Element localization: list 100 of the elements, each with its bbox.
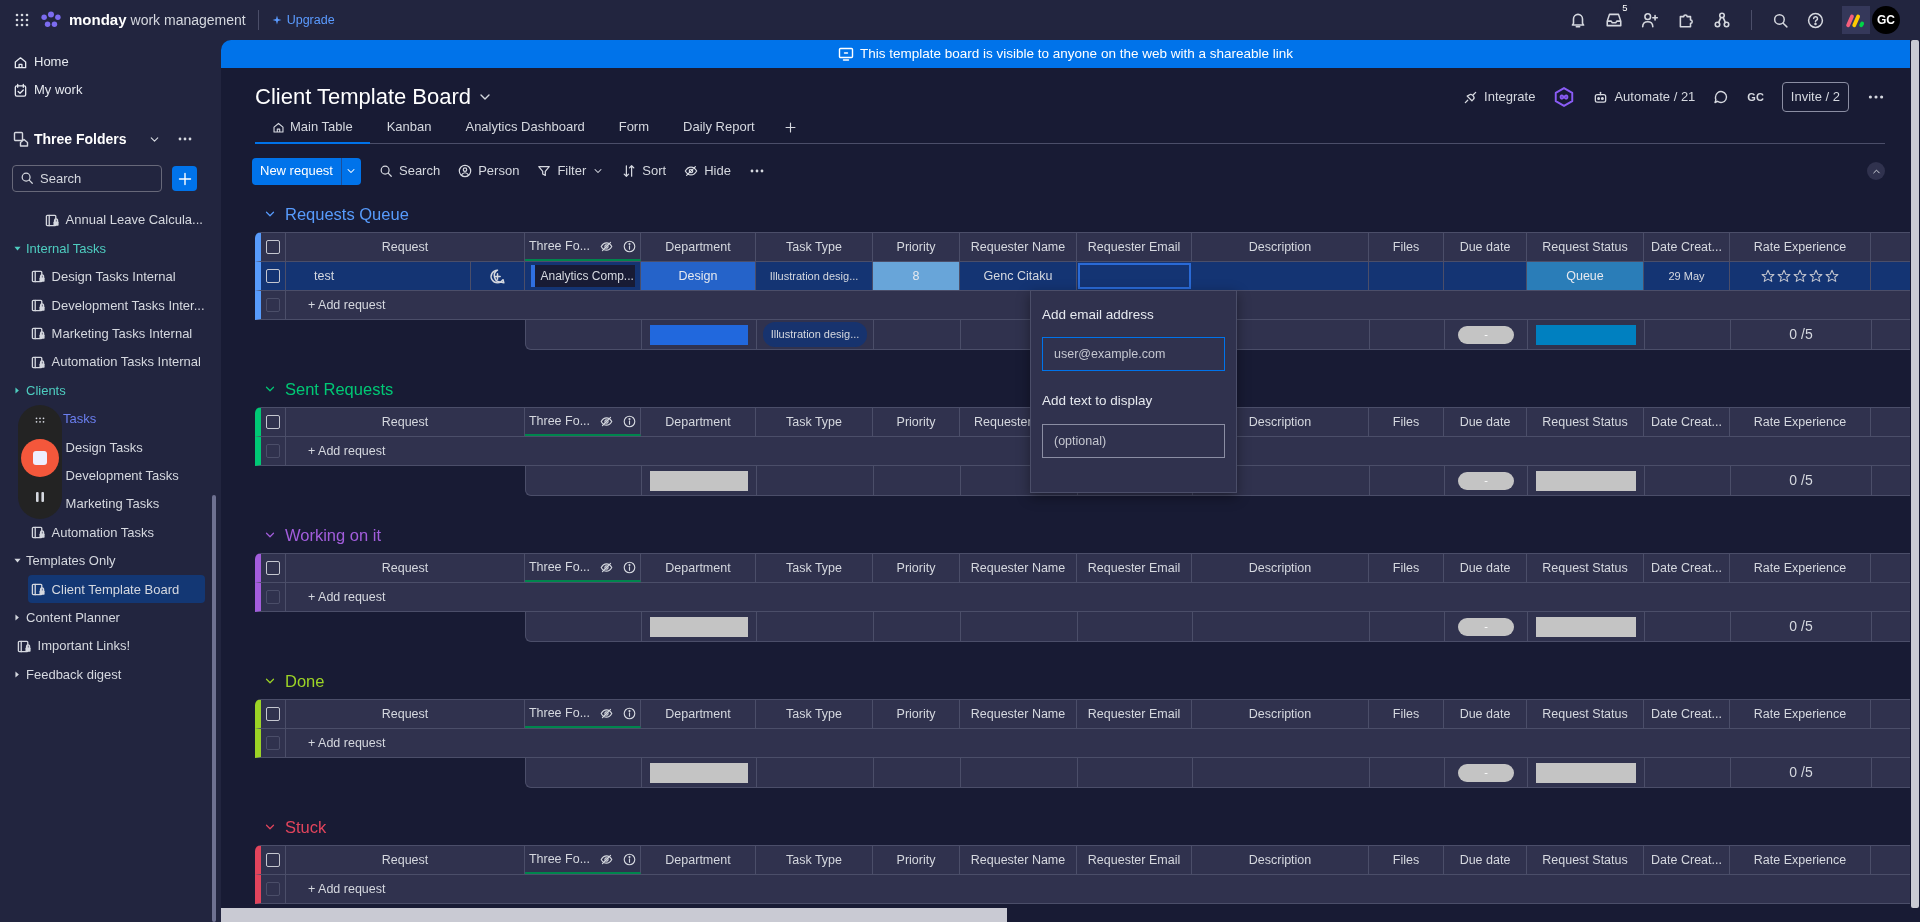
column-header[interactable]: Due date xyxy=(1459,850,1511,870)
column-header[interactable]: Priority xyxy=(896,237,936,257)
eye-slash-icon[interactable] xyxy=(600,706,614,720)
board-item[interactable]: Automation Tasks xyxy=(0,518,207,547)
column-header[interactable]: Requester Email xyxy=(1087,850,1181,870)
inbox-icon[interactable] xyxy=(1605,11,1623,29)
column-header[interactable]: Request Status xyxy=(1542,704,1628,724)
stop-button[interactable] xyxy=(21,439,59,477)
column-header[interactable]: Request Status xyxy=(1542,558,1628,578)
info-icon[interactable] xyxy=(623,852,637,866)
column-header[interactable]: Files xyxy=(1392,412,1420,432)
column-header[interactable]: Three Fo... xyxy=(528,411,591,431)
column-header[interactable]: Requester Name xyxy=(970,237,1066,257)
automate-button[interactable]: Automate / 21 xyxy=(1593,87,1696,107)
status-label[interactable]: Queue xyxy=(1527,262,1644,290)
eye-slash-icon[interactable] xyxy=(600,414,614,428)
group-title[interactable]: Working on it xyxy=(285,522,381,548)
column-header[interactable]: Priority xyxy=(896,558,936,578)
comment-add-icon[interactable] xyxy=(489,267,506,285)
column-header[interactable]: Requester Name xyxy=(970,850,1066,870)
info-icon[interactable] xyxy=(623,239,637,253)
board-item[interactable]: Marketing Tasks Internal xyxy=(0,319,207,348)
item-name[interactable]: test xyxy=(314,266,335,286)
info-icon[interactable] xyxy=(623,414,637,428)
toolbar-button[interactable]: Sort xyxy=(622,161,667,181)
column-header[interactable]: Request xyxy=(381,704,429,724)
group-title[interactable]: Requests Queue xyxy=(285,201,409,227)
column-header[interactable]: Request xyxy=(381,412,429,432)
column-header[interactable]: Description xyxy=(1248,704,1312,724)
column-header[interactable]: Department xyxy=(665,704,731,724)
column-header[interactable]: Date Creat... xyxy=(1651,237,1722,257)
dropdown-button[interactable] xyxy=(341,157,361,185)
board-item[interactable]: Annual Leave Calcula... xyxy=(0,206,207,235)
column-header[interactable]: Rate Experience xyxy=(1753,850,1847,870)
bell-icon[interactable] xyxy=(1569,11,1587,29)
star-icon[interactable] xyxy=(1793,269,1807,283)
member-initials[interactable]: GC xyxy=(1747,88,1764,106)
folder-item[interactable]: Tasks xyxy=(0,404,207,434)
folder-item[interactable]: Clients xyxy=(0,376,207,405)
column-header[interactable]: Task Type xyxy=(785,850,843,870)
avatar[interactable]: GC xyxy=(1872,6,1900,34)
folder-item[interactable]: Feedback digest xyxy=(0,660,207,689)
column-header[interactable]: Priority xyxy=(896,704,936,724)
column-header[interactable]: Rate Experience xyxy=(1753,558,1847,578)
group-title[interactable]: Sent Requests xyxy=(285,376,394,402)
column-header[interactable]: Department xyxy=(665,237,731,257)
column-header[interactable]: Date Creat... xyxy=(1651,558,1722,578)
column-header[interactable]: Priority xyxy=(896,850,936,870)
column-header[interactable]: Due date xyxy=(1459,704,1511,724)
person-plus-icon[interactable] xyxy=(1641,11,1659,29)
toolbar-button[interactable]: Person xyxy=(458,161,520,181)
column-header[interactable]: Description xyxy=(1248,850,1312,870)
column-header[interactable]: Date Creat... xyxy=(1651,412,1722,432)
scrollbar[interactable] xyxy=(1911,40,1919,908)
column-header[interactable]: Rate Experience xyxy=(1753,412,1847,432)
department-label[interactable]: Design xyxy=(641,262,756,290)
board-item[interactable]: Automation Tasks Internal xyxy=(0,347,207,377)
nav-item[interactable]: My work xyxy=(0,78,207,102)
column-header[interactable]: Department xyxy=(665,850,731,870)
board-title[interactable]: Client Template Board xyxy=(255,83,472,111)
column-header[interactable]: Request Status xyxy=(1542,237,1628,257)
chat-icon[interactable] xyxy=(1713,89,1730,105)
column-header[interactable]: Files xyxy=(1392,704,1420,724)
star-icon[interactable] xyxy=(1809,269,1823,283)
tab[interactable]: Daily Report xyxy=(666,112,772,144)
column-header[interactable]: Requester Name xyxy=(970,558,1066,578)
display-text-input[interactable]: (optional) xyxy=(1042,423,1225,458)
column-header[interactable]: Task Type xyxy=(785,412,843,432)
column-header[interactable]: Requester xyxy=(974,412,1032,432)
scrollbar[interactable] xyxy=(221,908,1007,922)
tab[interactable]: Main Table xyxy=(255,112,370,144)
column-header[interactable]: Requester Name xyxy=(970,704,1066,724)
column-header[interactable]: Request xyxy=(381,237,429,257)
tab[interactable]: Kanban xyxy=(369,112,449,144)
column-header[interactable]: Rate Experience xyxy=(1753,237,1847,257)
help-icon[interactable] xyxy=(1807,11,1824,29)
group-title[interactable]: Done xyxy=(285,668,325,694)
column-header[interactable]: Three Fo... xyxy=(528,557,591,577)
column-header[interactable]: Date Creat... xyxy=(1651,704,1722,724)
table-row[interactable]: test Analytics Comp... Design Illustration desig... 8 Genc Citaku Queue 29 May xyxy=(255,262,1910,291)
column-header[interactable]: Rate Experience xyxy=(1753,704,1847,724)
connected-item-chip[interactable]: Analytics Comp... xyxy=(530,265,635,287)
email-cell[interactable] xyxy=(1078,263,1191,289)
column-header[interactable]: Files xyxy=(1392,850,1420,870)
column-header[interactable]: Description xyxy=(1248,237,1312,257)
column-header[interactable]: Requester Email xyxy=(1087,237,1181,257)
column-header[interactable]: Task Type xyxy=(785,558,843,578)
star-rating[interactable] xyxy=(1761,269,1839,283)
info-icon[interactable] xyxy=(623,560,637,574)
column-header[interactable]: Due date xyxy=(1459,558,1511,578)
star-icon[interactable] xyxy=(1825,269,1839,283)
integration-hexagon-icon[interactable] xyxy=(1553,86,1576,108)
network-icon[interactable] xyxy=(1713,11,1731,29)
board-item[interactable]: Marketing Tasks xyxy=(0,489,207,519)
column-header[interactable]: Three Fo... xyxy=(528,703,591,723)
board-item[interactable]: Design Tasks Internal xyxy=(0,262,207,292)
collapse-button[interactable] xyxy=(1867,162,1885,180)
board-item[interactable]: Design Tasks xyxy=(0,433,207,462)
column-header[interactable]: Due date xyxy=(1459,237,1511,257)
toolbar-button[interactable]: Filter xyxy=(537,161,605,181)
